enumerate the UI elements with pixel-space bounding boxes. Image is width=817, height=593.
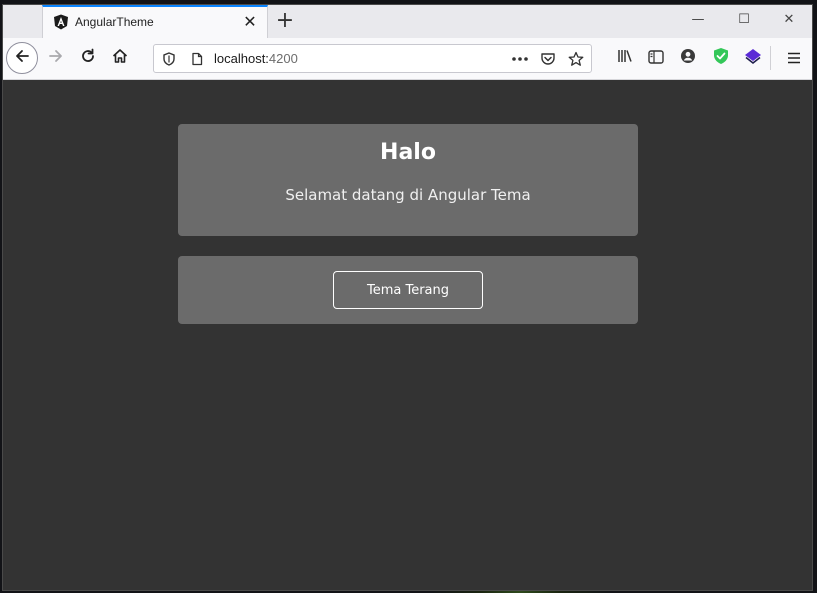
minimize-button[interactable]: —	[675, 5, 721, 35]
navigation-toolbar: localhost:4200	[3, 38, 812, 80]
page-content: Halo Selamat datang di Angular Tema Tema…	[3, 80, 812, 590]
menu-button[interactable]	[779, 43, 809, 73]
address-bar[interactable]: localhost:4200	[153, 44, 592, 73]
forward-arrow-icon	[47, 47, 65, 69]
pocket-icon[interactable]	[539, 50, 557, 68]
back-arrow-icon	[13, 47, 31, 69]
shield-icon[interactable]	[160, 50, 178, 68]
browser-window: AngularTheme ✕ + — ☐ ✕ localhost:4200 Ha…	[3, 5, 812, 590]
home-button[interactable]	[105, 43, 135, 73]
library-icon	[616, 48, 634, 68]
sidebar-icon	[648, 49, 664, 68]
angular-logo-icon	[53, 14, 69, 30]
more-actions-icon[interactable]	[511, 50, 529, 68]
extension-purple-layers-button[interactable]	[738, 43, 768, 73]
window-close-button[interactable]: ✕	[766, 5, 812, 35]
light-theme-button[interactable]: Tema Terang	[333, 271, 483, 309]
tab-angulartheme[interactable]: AngularTheme ✕	[42, 5, 268, 38]
reload-icon	[79, 47, 97, 69]
reload-button[interactable]	[73, 43, 103, 73]
purple-layers-extension-icon	[744, 47, 762, 69]
url-text[interactable]: localhost:4200	[214, 51, 298, 66]
greeting-subtitle: Selamat datang di Angular Tema	[285, 186, 531, 204]
url-port: 4200	[268, 51, 298, 66]
home-icon	[111, 47, 129, 69]
star-icon[interactable]	[567, 50, 585, 68]
greeting-title: Halo	[380, 140, 436, 165]
account-button[interactable]	[673, 43, 703, 73]
extension-green-shield-button[interactable]	[706, 43, 736, 73]
theme-toggle-card: Tema Terang	[178, 256, 638, 324]
back-button[interactable]	[6, 42, 38, 74]
sidebar-button[interactable]	[641, 43, 671, 73]
toolbar-separator	[770, 46, 771, 70]
page-icon[interactable]	[188, 50, 206, 68]
tab-bar: AngularTheme ✕ + — ☐ ✕	[3, 5, 812, 38]
maximize-button[interactable]: ☐	[721, 5, 767, 35]
library-button[interactable]	[610, 43, 640, 73]
forward-button[interactable]	[41, 43, 71, 73]
green-shield-extension-icon	[712, 47, 730, 69]
tab-title: AngularTheme	[75, 15, 154, 29]
url-host: localhost:	[214, 51, 269, 66]
new-tab-button[interactable]: +	[273, 9, 297, 33]
tab-close-icon[interactable]: ✕	[241, 13, 259, 31]
account-icon	[680, 48, 696, 68]
hamburger-menu-icon	[787, 49, 801, 68]
greeting-card: Halo Selamat datang di Angular Tema	[178, 124, 638, 236]
